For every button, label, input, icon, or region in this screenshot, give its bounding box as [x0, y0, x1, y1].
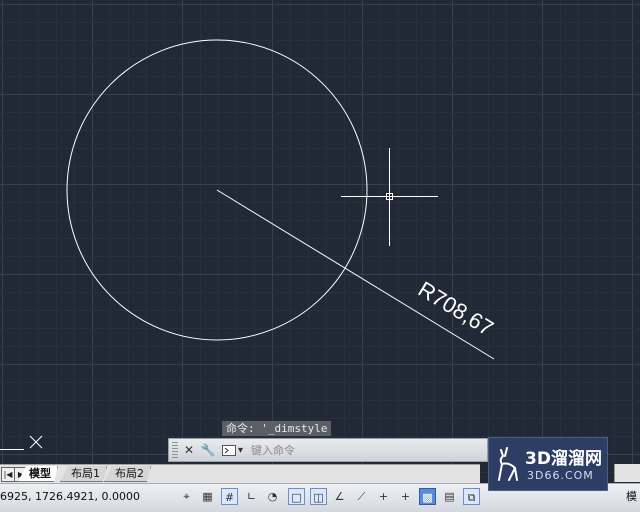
quick-properties-toggle[interactable]: ▤	[441, 488, 458, 505]
tab-nav-prev-icon[interactable]: |◀	[1, 467, 15, 482]
watermark-title: 3D溜溜网	[525, 449, 602, 469]
grid-display-toggle[interactable]: ▦	[199, 488, 216, 505]
coordinate-readout: 6925, 1726.4921, 0.0000	[0, 490, 140, 503]
osnap-toggle[interactable]: □	[288, 488, 305, 505]
dynamic-input-toggle[interactable]: +	[375, 488, 392, 505]
lineweight-toggle[interactable]: +	[397, 488, 414, 505]
ducs-toggle[interactable]: ⟋	[353, 488, 370, 505]
command-input[interactable]: 键入命令	[251, 442, 295, 458]
command-line-bar: ✕ 🔧 ▾ 键入命令	[168, 438, 488, 462]
transparency-toggle[interactable]: ▩	[419, 488, 436, 505]
command-prompt-icon[interactable]: ▾	[222, 444, 243, 456]
polar-toggle[interactable]: ◔	[264, 488, 281, 505]
selection-cycling-toggle[interactable]: ⧉	[463, 488, 480, 505]
tab-layout2[interactable]: 布局2	[104, 466, 151, 482]
command-history-line: 命令: '_dimstyle	[222, 421, 332, 436]
3d-osnap-toggle[interactable]: ◫	[310, 488, 327, 505]
close-icon[interactable]: ✕	[181, 442, 197, 458]
watermark-logo: 3D溜溜网 3D66.COM	[488, 437, 608, 491]
ortho-toggle[interactable]: ∟	[243, 488, 260, 505]
snap-grid-toggle[interactable]: ⌖	[178, 488, 195, 505]
wrench-icon[interactable]: 🔧	[200, 442, 216, 458]
drag-grip-icon[interactable]	[172, 442, 178, 458]
layout-tabs: |◀ ▶ 模型 布局1 布局2	[0, 464, 480, 483]
tab-layout1[interactable]: 布局1	[60, 466, 107, 482]
deer-logo-icon	[498, 447, 518, 481]
grid-button[interactable]: #	[221, 488, 238, 505]
crosshair-cursor	[341, 148, 438, 246]
otrack-toggle[interactable]: ∠	[331, 488, 348, 505]
panel-edge	[614, 464, 640, 482]
status-right-label[interactable]: 模	[626, 488, 640, 506]
radius-dimension-text: R708,67	[414, 276, 498, 341]
watermark-subtitle: 3D66.COM	[527, 469, 594, 482]
